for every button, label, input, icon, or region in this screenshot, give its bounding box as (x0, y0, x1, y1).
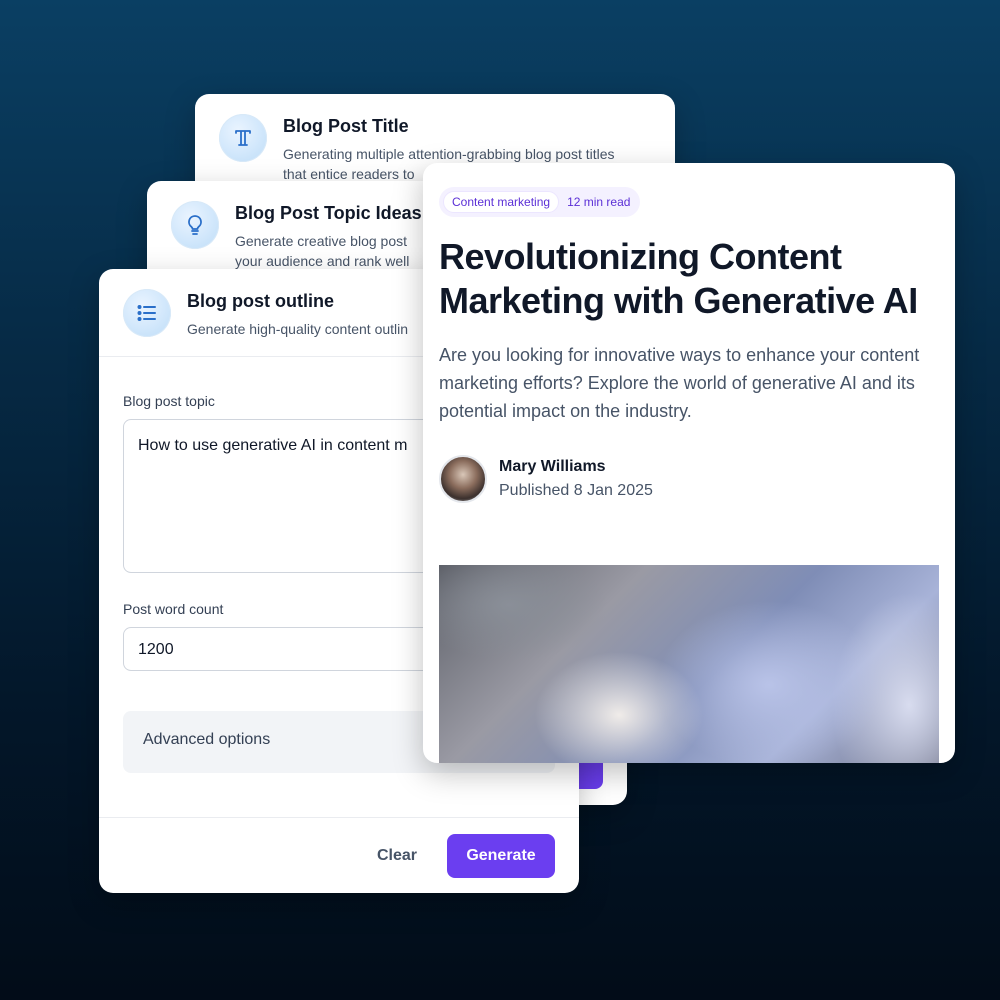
article-tags: Content marketing 12 min read (439, 187, 641, 217)
author-name: Mary Williams (499, 458, 606, 475)
clear-button[interactable]: Clear (377, 847, 417, 865)
generate-button[interactable]: Generate (447, 833, 555, 878)
card-description: Generate high-quality content outlin (187, 321, 409, 337)
category-badge[interactable]: Content marketing (443, 191, 560, 213)
article-preview-card[interactable]: Content marketing 12 min read Revolution… (423, 163, 955, 763)
text-format-icon (219, 114, 267, 162)
article-title: Revolutionizing Content Marketing with G… (439, 236, 918, 321)
card-title: Blog Post Title (283, 116, 409, 136)
read-time: 12 min read (567, 195, 631, 209)
author-info: Mary Williams Published 8 Jan 2025 (439, 455, 939, 503)
card-footer: Clear Generate (99, 817, 579, 893)
lightbulb-icon (171, 201, 219, 249)
list-icon (123, 289, 171, 337)
card-title: Blog post outline (187, 291, 334, 311)
article-subtitle: Are you looking for innovative ways to e… (439, 345, 920, 421)
hero-image (439, 565, 939, 763)
card-title: Blog Post Topic Ideas (235, 203, 422, 223)
publish-date: Published 8 Jan 2025 (499, 482, 653, 499)
avatar (439, 455, 487, 503)
card-description: Generate creative blog post your audienc… (235, 233, 410, 269)
